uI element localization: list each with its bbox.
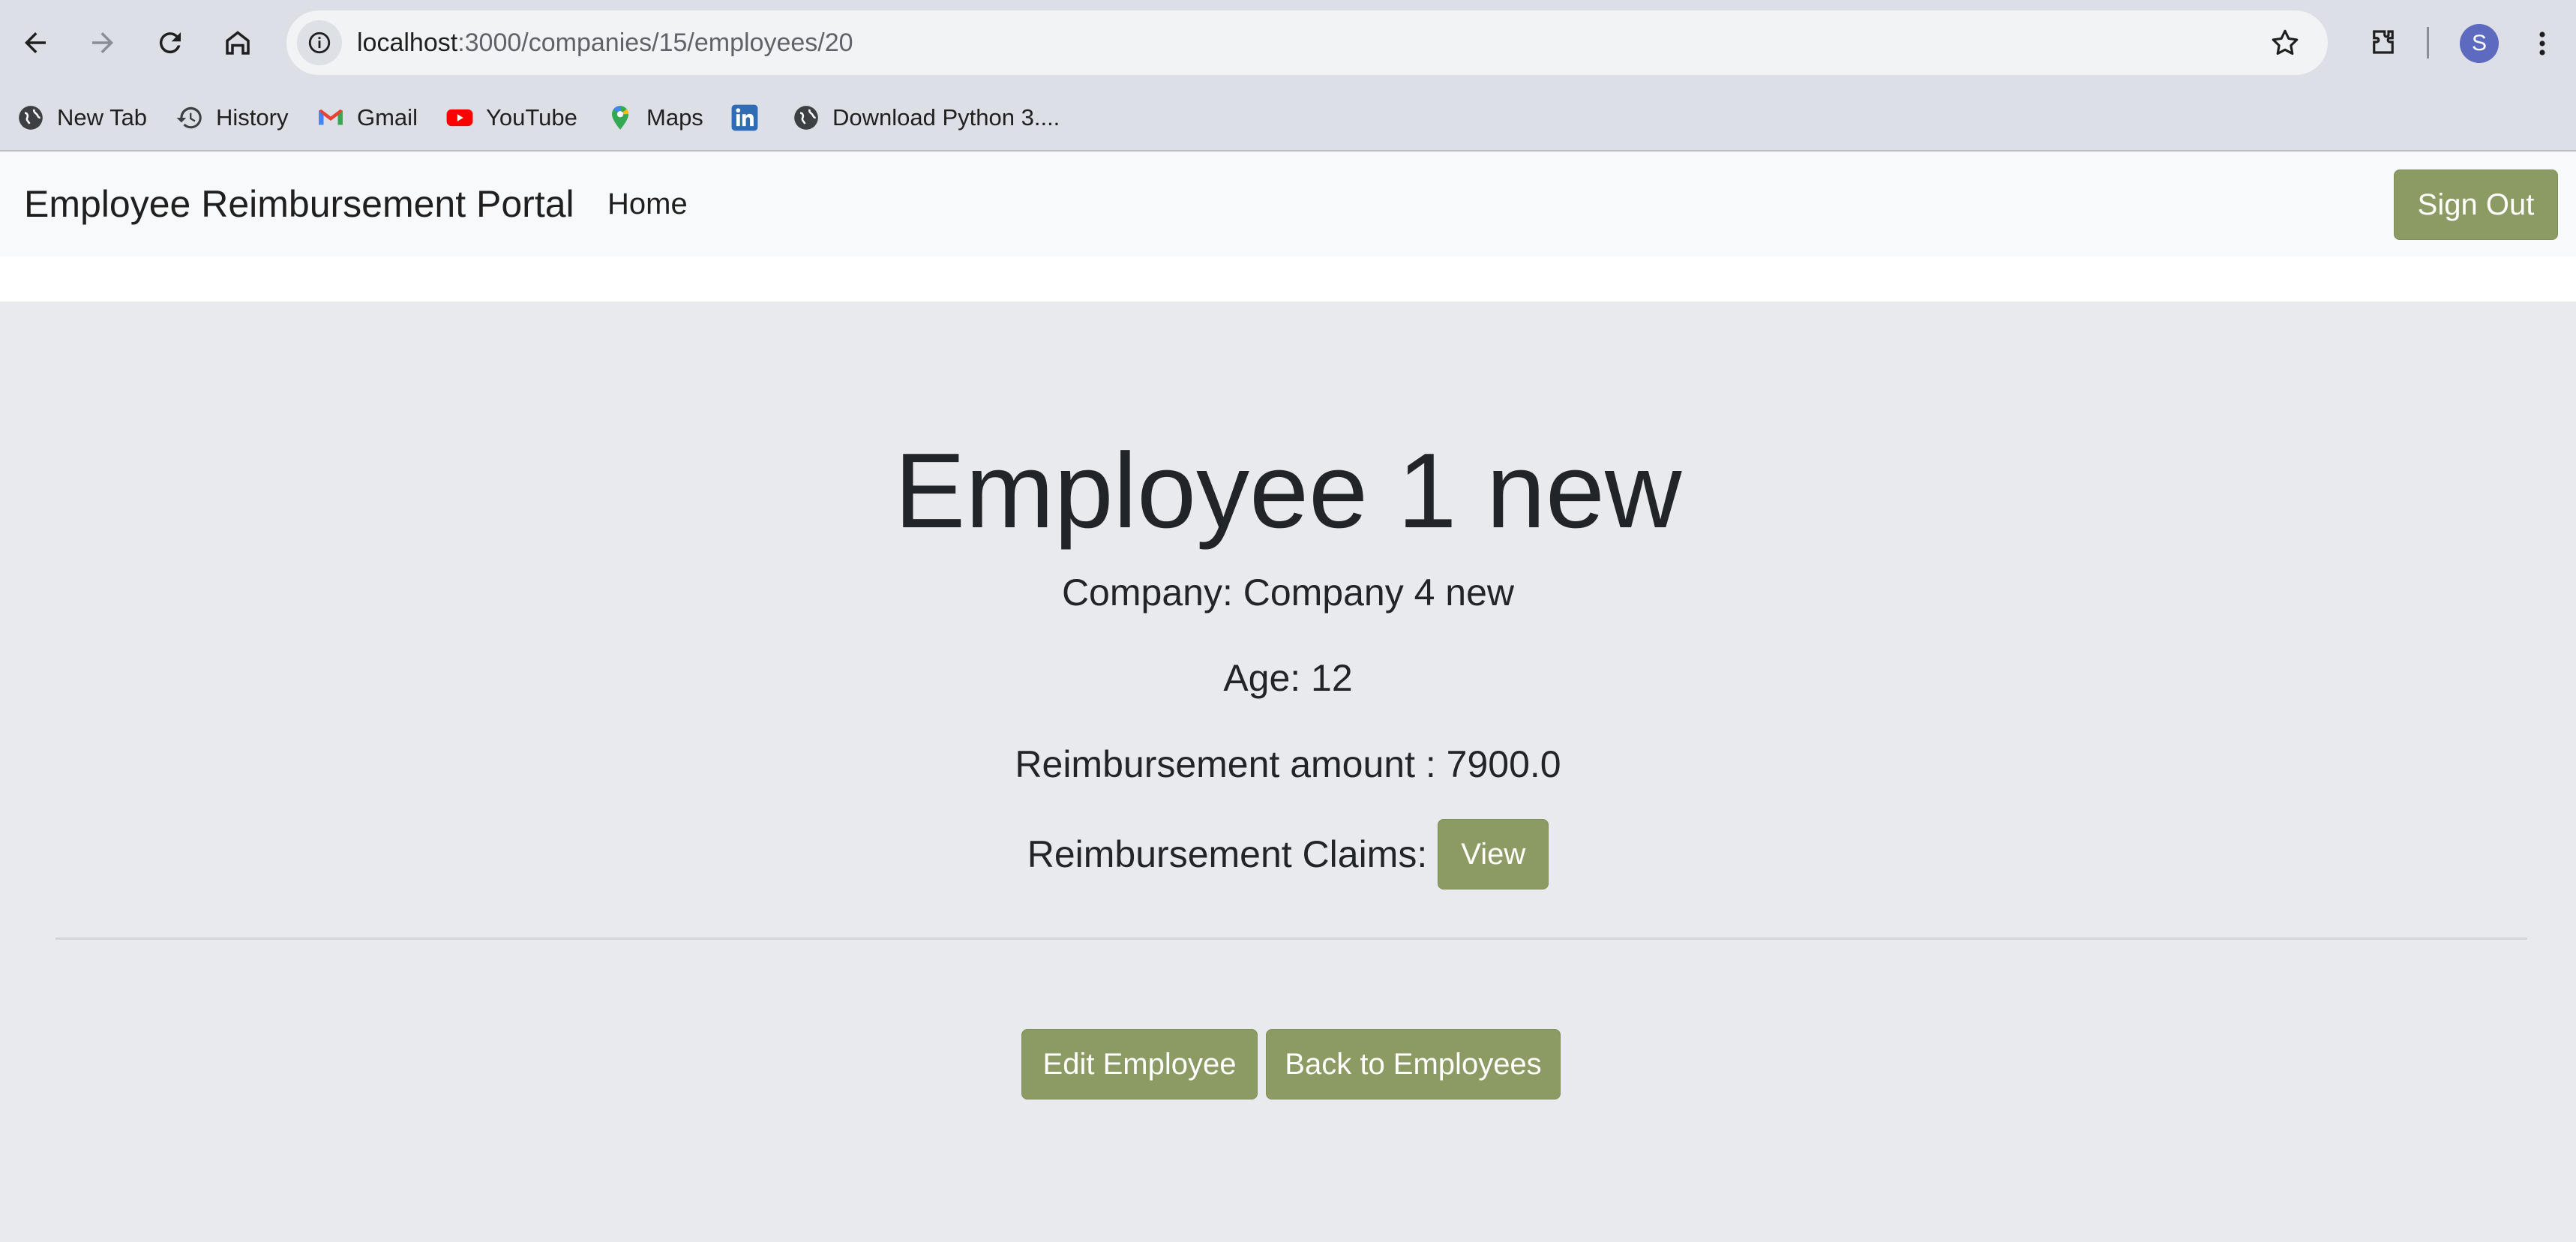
bookmark-maps[interactable]: Maps — [606, 96, 703, 140]
bookmarks-bar: New Tab History Gmail YouTube Maps Downl… — [0, 86, 2576, 152]
bookmark-label: YouTube — [486, 104, 577, 130]
forward-arrow-icon[interactable] — [76, 16, 129, 69]
url-text[interactable]: localhost:3000/companies/15/employees/20 — [357, 10, 853, 75]
action-buttons: Edit Employee Back to Employees — [1021, 1029, 1561, 1100]
reload-icon[interactable] — [144, 16, 196, 69]
bookmark-label: Gmail — [357, 104, 418, 130]
sign-out-button[interactable]: Sign Out — [2394, 170, 2558, 240]
nav-home-link[interactable]: Home — [607, 152, 688, 256]
url-host: localhost — [357, 28, 458, 57]
reimbursement-claims-row: Reimbursement Claims: View — [0, 819, 2576, 890]
address-bar[interactable]: localhost:3000/companies/15/employees/20 — [286, 10, 2328, 75]
globe-icon — [792, 104, 820, 132]
bookmark-label: Maps — [646, 104, 703, 130]
bookmark-history[interactable]: History — [175, 96, 288, 140]
history-icon — [175, 104, 204, 132]
view-claims-button[interactable]: View — [1438, 819, 1549, 890]
reimbursement-claims-label: Reimbursement Claims: — [1027, 833, 1428, 875]
bookmark-star-icon[interactable] — [2269, 27, 2301, 58]
bookmark-label: Download Python 3.... — [832, 104, 1060, 130]
bookmark-label: History — [216, 104, 289, 130]
bookmark-youtube[interactable]: YouTube — [445, 96, 577, 140]
bookmark-gmail[interactable]: Gmail — [316, 96, 418, 140]
globe-icon — [16, 104, 45, 132]
back-arrow-icon[interactable] — [9, 16, 61, 69]
employee-detail-panel: Employee 1 new Company: Company 4 new Ag… — [0, 302, 2576, 1242]
toolbar-separator — [2427, 27, 2429, 58]
section-divider — [55, 938, 2527, 940]
age-text: Age: 12 — [1223, 657, 1353, 699]
site-info-icon[interactable] — [297, 20, 342, 65]
bookmark-new-tab[interactable]: New Tab — [16, 96, 147, 140]
maps-icon — [606, 104, 634, 132]
kebab-menu-icon[interactable] — [2527, 22, 2557, 64]
profile-avatar[interactable]: S — [2460, 24, 2499, 63]
company-text: Company: Company 4 new — [1061, 572, 1515, 614]
home-icon[interactable] — [211, 16, 264, 69]
app-navbar: Employee Reimbursement Portal Home Sign … — [0, 152, 2576, 256]
youtube-icon — [445, 104, 474, 132]
employee-name-heading: Employee 1 new — [894, 431, 1682, 550]
gmail-icon — [316, 104, 345, 132]
edit-employee-button[interactable]: Edit Employee — [1021, 1029, 1258, 1100]
bookmark-linkedin[interactable] — [730, 96, 771, 140]
bookmark-download-python[interactable]: Download Python 3.... — [792, 96, 1060, 140]
extensions-icon[interactable] — [2361, 20, 2406, 64]
back-to-employees-button[interactable]: Back to Employees — [1266, 1029, 1561, 1100]
reimbursement-amount-text: Reimbursement amount : 7900.0 — [1015, 743, 1561, 785]
linkedin-icon — [730, 104, 759, 132]
brand-title[interactable]: Employee Reimbursement Portal — [24, 152, 574, 256]
url-path: :3000/companies/15/employees/20 — [457, 28, 853, 57]
browser-toolbar: localhost:3000/companies/15/employees/20… — [0, 0, 2576, 86]
bookmark-label: New Tab — [57, 104, 148, 130]
